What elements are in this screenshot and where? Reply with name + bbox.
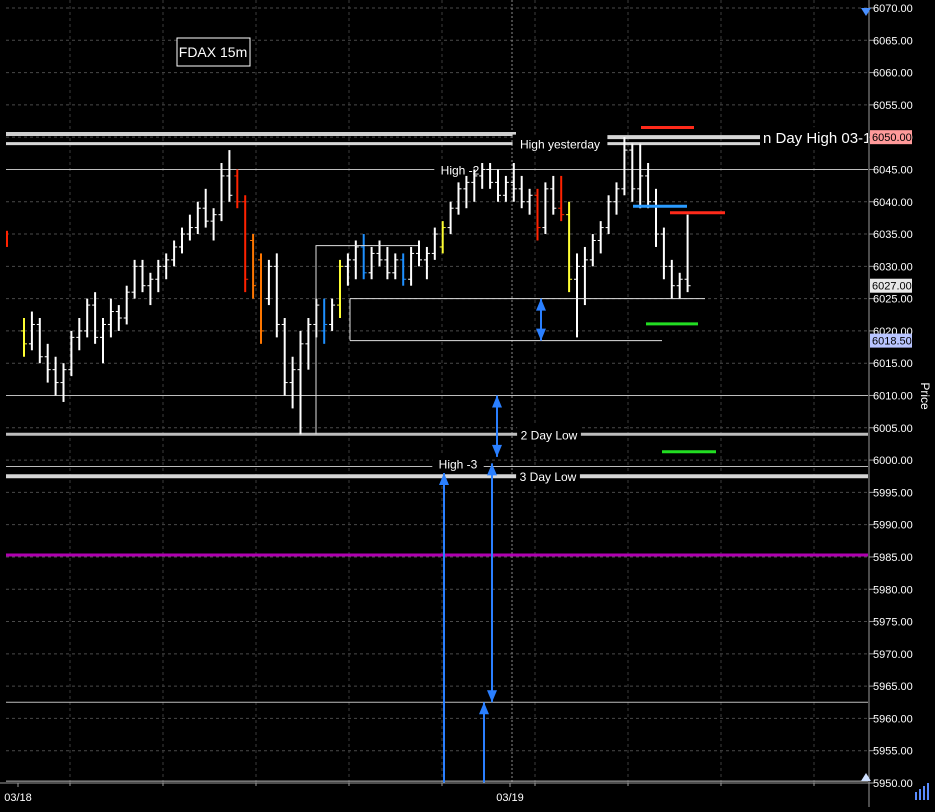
y-axis-label: Price xyxy=(918,382,932,410)
y-tick-label: 6065.00 xyxy=(873,35,913,47)
y-tick-label: 5980.00 xyxy=(873,584,913,596)
y-tick-label: 6015.00 xyxy=(873,358,913,370)
chart-title: FDAX 15m xyxy=(179,44,247,60)
y-tick-label: 5960.00 xyxy=(873,713,913,725)
y-tick-label: 5985.00 xyxy=(873,552,913,564)
y-tick-label: 5955.00 xyxy=(873,746,913,758)
y-tick-label: 5990.00 xyxy=(873,520,913,532)
y-tick-label: 6005.00 xyxy=(873,423,913,435)
y-tick-label: 6030.00 xyxy=(873,261,913,273)
time-axis[interactable]: 03/18 03/19 xyxy=(0,782,869,804)
price-badge-label: 6050.00 xyxy=(872,132,912,144)
price-axis[interactable]: 6070.00 6065.00 6060.00 6055.00 6050.00 6045.… xyxy=(868,0,913,807)
level-label: 2 Day Low xyxy=(521,428,578,442)
price-badge-label: 6027.00 xyxy=(872,281,912,293)
y-tick-label: 6035.00 xyxy=(873,229,913,241)
y-tick-label: 6000.00 xyxy=(873,455,913,467)
chart-window: High yesterday High -2 2 Day Low High -3 3 D… xyxy=(0,0,935,807)
y-tick-label: 5995.00 xyxy=(873,487,913,499)
level-label: High -3 xyxy=(439,457,478,471)
price-badge-label: 6018.50 xyxy=(872,336,912,348)
resize-grip-icon[interactable] xyxy=(915,783,929,800)
y-tick-label: 5965.00 xyxy=(873,681,913,693)
y-tick-label: 6040.00 xyxy=(873,197,913,209)
y-tick-label: 6070.00 xyxy=(873,3,913,15)
y-tick-label: 5975.00 xyxy=(873,617,913,629)
y-tick-label: 6045.00 xyxy=(873,164,913,176)
level-label: 3 Day Low xyxy=(520,470,577,484)
level-label: High yesterday xyxy=(520,138,600,152)
y-tick-label: 6060.00 xyxy=(873,68,913,80)
price-chart[interactable]: High yesterdayHigh -22 Day LowHigh -33 D… xyxy=(0,0,935,807)
x-tick-label: 03/19 xyxy=(496,792,524,804)
plot-background xyxy=(0,0,869,783)
y-tick-label: 6055.00 xyxy=(873,100,913,112)
y-tick-label: 6010.00 xyxy=(873,391,913,403)
y-tick-label: 5970.00 xyxy=(873,649,913,661)
y-tick-label: 6025.00 xyxy=(873,294,913,306)
x-tick-label: 03/18 xyxy=(4,792,32,804)
y-tick-label: 5950.00 xyxy=(873,778,913,790)
nday-label: n Day High 03-19 xyxy=(763,130,880,147)
